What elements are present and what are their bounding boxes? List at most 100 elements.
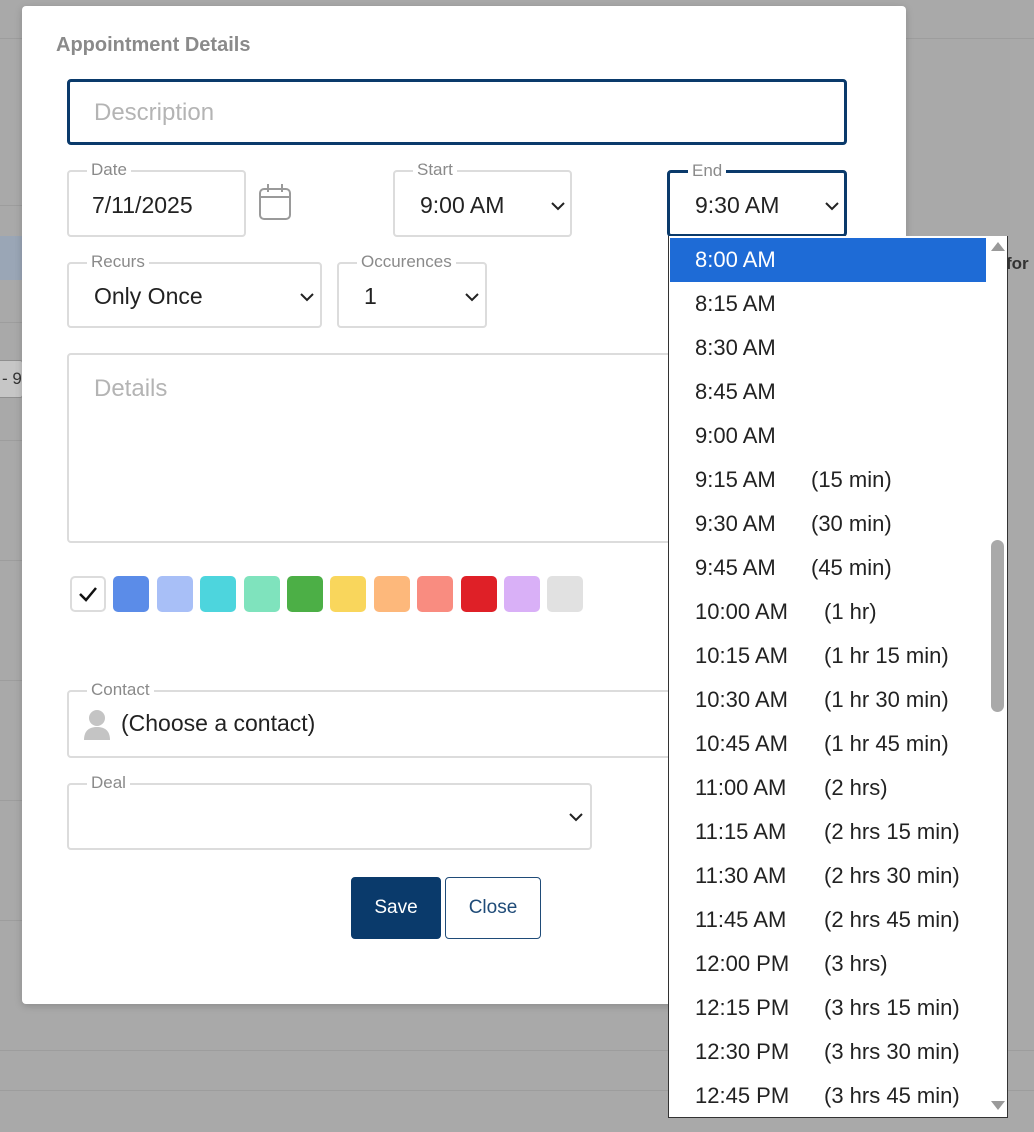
color-swatch[interactable] (417, 576, 453, 612)
color-swatch[interactable] (157, 576, 193, 612)
option-time: 10:15 AM (695, 643, 788, 668)
dropdown-option[interactable]: 12:15 PM (3 hrs 15 min) (670, 986, 986, 1030)
dropdown-option[interactable]: 11:15 AM (2 hrs 15 min) (670, 810, 986, 854)
end-value: 9:30 AM (695, 192, 780, 218)
option-duration: (2 hrs) (824, 775, 888, 800)
background-gridline (0, 322, 22, 323)
dropdown-option[interactable]: 12:30 PM (3 hrs 30 min) (670, 1030, 986, 1074)
dropdown-option[interactable]: 10:30 AM (1 hr 30 min) (670, 678, 986, 722)
option-duration: (45 min) (811, 555, 892, 580)
dropdown-option[interactable]: 10:15 AM (1 hr 15 min) (670, 634, 986, 678)
dropdown-option[interactable]: 12:45 PM (3 hrs 45 min) (670, 1074, 986, 1117)
color-swatch[interactable] (244, 576, 280, 612)
end-label: End (688, 161, 727, 181)
background-text: for (1006, 254, 1029, 273)
date-field[interactable]: Date 7/11/2025 (67, 160, 246, 237)
color-swatch[interactable] (504, 576, 540, 612)
deal-select[interactable]: Deal (67, 773, 592, 850)
option-duration: (3 hrs) (824, 951, 888, 976)
chevron-down-icon (465, 293, 479, 302)
dropdown-option[interactable]: 9:15 AM (15 min) (670, 458, 986, 502)
dropdown-option[interactable]: 8:30 AM (670, 326, 986, 370)
description-input[interactable]: Description (67, 79, 847, 145)
option-duration: (1 hr) (824, 599, 877, 624)
dropdown-option[interactable]: 9:00 AM (670, 414, 986, 458)
end-time-dropdown-list[interactable]: 12:45 PM (3 hrs 45 min) 12:30 PM (3 hrs 30 … (668, 236, 1008, 1118)
option-time: 10:00 AM (695, 599, 788, 624)
dropdown-option[interactable]: 9:30 AM (30 min) (670, 502, 986, 546)
color-swatch[interactable] (330, 576, 366, 612)
color-swatch[interactable] (287, 576, 323, 612)
color-swatch[interactable] (547, 576, 583, 612)
end-time-select[interactable]: End 9:30 AM (667, 161, 847, 237)
occurences-label: Occurences (357, 252, 456, 272)
option-time: 11:15 AM (695, 819, 787, 844)
contact-select[interactable]: Contact (Choose a contact) (67, 680, 707, 758)
color-swatch-selected[interactable] (70, 576, 106, 612)
checkmark-icon (79, 587, 97, 602)
color-swatch[interactable] (374, 576, 410, 612)
option-time: 10:45 AM (695, 731, 788, 756)
dropdown-option[interactable]: 10:45 AM (1 hr 45 min) (670, 722, 986, 766)
option-duration: (3 hrs 45 min) (824, 1083, 960, 1108)
person-icon (84, 710, 110, 740)
calendar-icon[interactable] (258, 183, 292, 221)
recurs-select[interactable]: Recurs Only Once (67, 252, 322, 328)
option-time: 10:30 AM (695, 687, 788, 712)
dropdown-option[interactable]: 8:45 AM (670, 370, 986, 414)
background-gridline (0, 205, 22, 206)
dropdown-option[interactable]: 11:00 AM (2 hrs) (670, 766, 986, 810)
recurs-value: Only Once (94, 283, 203, 309)
option-duration: (3 hrs 15 min) (824, 995, 960, 1020)
option-duration: (2 hrs 45 min) (824, 907, 960, 932)
option-time: 11:30 AM (695, 863, 787, 888)
option-duration: (1 hr 30 min) (824, 687, 949, 712)
close-button[interactable]: Close (445, 877, 541, 939)
scroll-up-arrow-icon[interactable] (991, 242, 1005, 251)
option-time: 9:00 AM (695, 423, 776, 448)
color-swatch[interactable] (461, 576, 497, 612)
option-time: 8:45 AM (695, 379, 776, 404)
scrollbar-thumb[interactable] (991, 540, 1004, 712)
background-gridline (0, 920, 22, 921)
dropdown-option[interactable]: 8:00 AM (670, 238, 986, 282)
option-duration: (1 hr 45 min) (824, 731, 949, 756)
option-time: 9:45 AM (695, 555, 776, 580)
background-gridline (0, 440, 22, 441)
option-duration: (2 hrs 15 min) (824, 819, 960, 844)
details-placeholder: Details (94, 375, 168, 402)
background-selected-row (0, 236, 22, 280)
color-swatch[interactable] (113, 576, 149, 612)
chevron-down-icon (825, 202, 839, 211)
background-gridline (0, 680, 22, 681)
option-time: 12:30 PM (695, 1039, 790, 1064)
option-time: 8:30 AM (695, 335, 776, 360)
color-swatch[interactable] (200, 576, 236, 612)
start-value: 9:00 AM (420, 192, 505, 218)
background-gridline (0, 560, 22, 561)
occurences-select[interactable]: Occurences 1 (337, 252, 487, 328)
dropdown-option[interactable]: 8:15 AM (670, 282, 986, 326)
start-time-select[interactable]: Start 9:00 AM (393, 160, 572, 237)
dropdown-option[interactable]: 11:45 AM (2 hrs 45 min) (670, 898, 986, 942)
option-duration: (2 hrs 30 min) (824, 863, 960, 888)
dropdown-option[interactable]: 10:00 AM (1 hr) (670, 590, 986, 634)
option-duration: (30 min) (811, 511, 892, 536)
scroll-down-arrow-icon[interactable] (991, 1101, 1005, 1110)
dropdown-option[interactable]: 11:30 AM (2 hrs 30 min) (670, 854, 986, 898)
dropdown-option[interactable]: 9:45 AM (45 min) (670, 546, 986, 590)
dialog-title: Appointment Details (56, 34, 251, 56)
option-time: 12:45 PM (695, 1083, 790, 1108)
save-button[interactable]: Save (351, 877, 441, 939)
background-event-chip[interactable]: - 9 (0, 360, 23, 398)
option-duration: (3 hrs 30 min) (824, 1039, 960, 1064)
chevron-down-icon (569, 813, 583, 822)
dropdown-option[interactable]: 12:00 PM (3 hrs) (670, 942, 986, 986)
option-time: 11:45 AM (695, 907, 787, 932)
option-time: 12:00 PM (695, 951, 790, 976)
date-value: 7/11/2025 (92, 192, 193, 218)
option-duration: (15 min) (811, 467, 892, 492)
option-duration: (1 hr 15 min) (824, 643, 949, 668)
contact-label: Contact (87, 680, 154, 700)
details-textarea[interactable]: Details (67, 353, 707, 543)
